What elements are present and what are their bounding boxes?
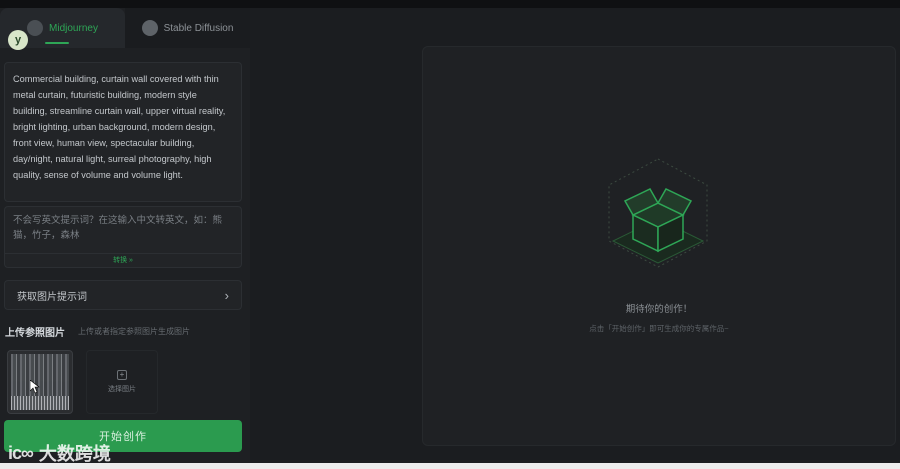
- get-image-prompt-label: 获取图片提示词: [17, 291, 87, 303]
- translate-input[interactable]: 不会写英文提示词？在这输入中文转英文，如：熊猫，竹子，森林 转换 »: [4, 206, 242, 268]
- add-image-button[interactable]: + 选择图片: [86, 350, 158, 414]
- translate-button[interactable]: 转换 »: [5, 253, 241, 267]
- prompt-textarea[interactable]: Commercial building, curtain wall covere…: [4, 62, 242, 202]
- upload-hint: 上传或者指定参照图片生成图片: [78, 327, 190, 336]
- get-image-prompt-button[interactable]: 获取图片提示词 ›: [4, 280, 242, 310]
- watermark: ic∞ 大数跨境: [8, 440, 111, 466]
- plus-icon: +: [117, 370, 127, 380]
- midjourney-icon: [27, 20, 44, 36]
- watermark-logo: ic∞: [8, 442, 34, 463]
- watermark-text: 大数跨境: [38, 444, 111, 464]
- prompt-text: Commercial building, curtain wall covere…: [13, 74, 226, 180]
- model-tabs: Midjourney Stable Diffusion: [0, 8, 250, 48]
- active-tab-underline: [45, 42, 69, 44]
- upload-title: 上传参照图片: [5, 328, 65, 339]
- empty-box-icon: [603, 157, 713, 277]
- bottom-bar: [0, 463, 900, 469]
- tab-midjourney-label: Midjourney: [49, 22, 98, 34]
- chevron-right-icon: ›: [224, 287, 229, 303]
- top-strip: [0, 0, 900, 8]
- reference-image: [11, 354, 69, 410]
- output-canvas: 期待你的创作！ 点击「开始创作」即可生成你的专属作品~: [422, 46, 896, 446]
- add-image-label: 选择图片: [108, 386, 136, 393]
- empty-state-title: 期待你的创作！: [625, 304, 693, 315]
- translate-placeholder: 不会写英文提示词？在这输入中文转英文，如：熊猫，竹子，森林: [13, 215, 223, 241]
- empty-state-subtitle: 点击「开始创作」即可生成你的专属作品~: [589, 324, 729, 333]
- tab-stable-diffusion-label: Stable Diffusion: [163, 22, 234, 34]
- brand-badge-icon: y: [8, 30, 28, 50]
- app-window: Midjourney Stable Diffusion y Commercial…: [0, 0, 900, 469]
- mouse-cursor-icon: [29, 379, 40, 396]
- stable-diffusion-icon: [141, 20, 158, 36]
- reference-image-thumbnail[interactable]: [7, 350, 73, 414]
- tab-stable-diffusion[interactable]: Stable Diffusion: [125, 8, 250, 48]
